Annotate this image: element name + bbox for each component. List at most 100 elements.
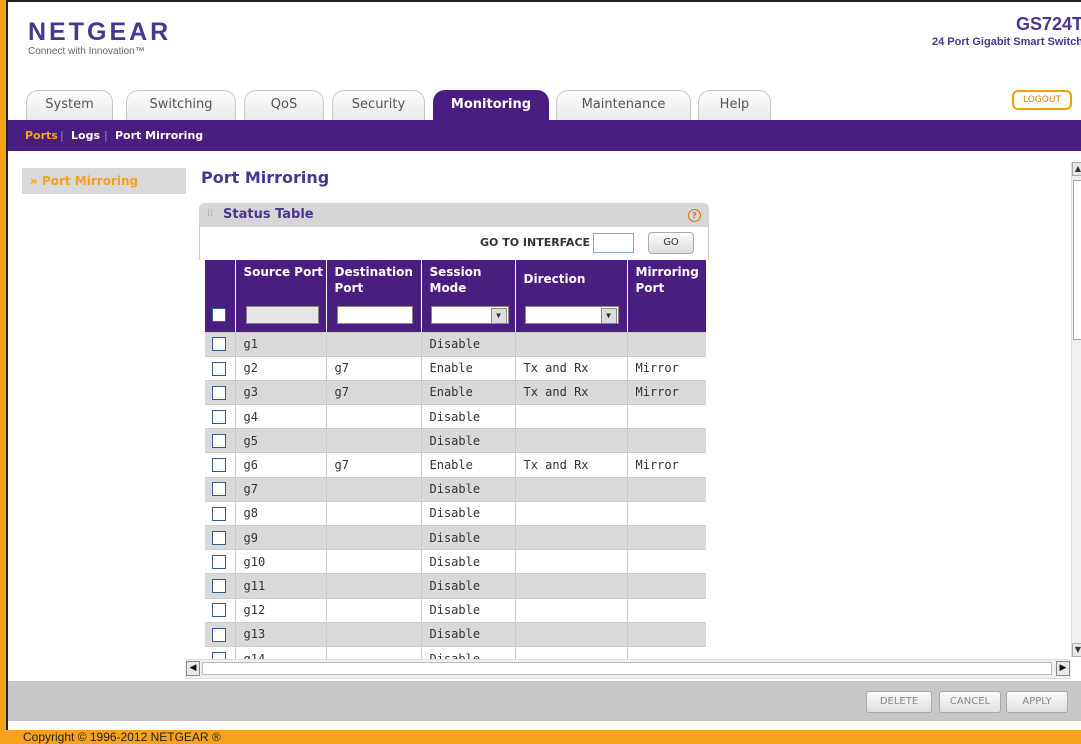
tab-switching[interactable]: Switching — [126, 90, 236, 120]
column-header-source-port: Source Port — [235, 260, 327, 298]
source-port-cell: g13 — [235, 622, 327, 647]
table-row: g5 Disable — [205, 428, 706, 454]
column-header-destination-port: Destination Port — [326, 260, 422, 298]
source-port-filter-input[interactable] — [245, 305, 319, 324]
tab-system[interactable]: System — [26, 90, 113, 120]
goto-interface-input[interactable] — [593, 233, 634, 253]
session-mode-cell: Enable — [421, 452, 516, 478]
row-select-cell — [205, 452, 236, 478]
mirroring-port-cell — [627, 598, 706, 623]
horizontal-scroll-thumb[interactable] — [202, 662, 1052, 675]
mirroring-port-cell — [627, 646, 706, 659]
help-icon[interactable]: ? — [688, 209, 701, 222]
direction-cell — [515, 549, 628, 575]
destination-port-filter-input[interactable] — [336, 305, 413, 324]
mirroring-port-cell — [627, 332, 706, 357]
sub-navigation: Ports | Logs | Port Mirroring — [8, 120, 1081, 151]
subnav-separator: | — [104, 129, 108, 142]
row-select-cell — [205, 549, 236, 575]
tab-help[interactable]: Help — [698, 90, 771, 120]
vertical-scroll-thumb[interactable] — [1073, 180, 1081, 340]
row-checkbox[interactable] — [212, 458, 226, 473]
delete-button[interactable]: DELETE — [866, 691, 932, 713]
sidebar-item-port-mirroring[interactable]: » Port Mirroring — [22, 168, 186, 194]
cancel-button[interactable]: CANCEL — [939, 691, 1001, 713]
row-checkbox[interactable] — [212, 506, 226, 521]
session-mode-select[interactable]: ▼ — [430, 305, 509, 324]
mirroring-port-cell — [627, 549, 706, 575]
row-checkbox[interactable] — [212, 434, 226, 449]
status-table-title: Status Table — [223, 207, 314, 222]
subnav-port-mirroring[interactable]: Port Mirroring — [115, 129, 203, 142]
source-port-cell: g3 — [235, 380, 327, 406]
direction-cell — [515, 477, 628, 502]
horizontal-scrollbar[interactable]: ◀ ▶ — [185, 659, 1071, 679]
session-mode-cell: Disable — [421, 622, 516, 647]
destination-port-cell — [326, 598, 422, 623]
row-checkbox[interactable] — [212, 361, 226, 376]
session-mode-cell: Disable — [421, 598, 516, 623]
row-checkbox[interactable] — [212, 482, 226, 497]
model-info: GS724T 24 Port Gigabit Smart Switch — [932, 14, 1081, 48]
row-select-cell — [205, 573, 236, 599]
row-checkbox[interactable] — [212, 627, 226, 642]
direction-select[interactable]: ▼ — [524, 305, 619, 324]
source-port-cell: g9 — [235, 525, 327, 551]
vertical-scrollbar[interactable]: ▲ ▼ — [1071, 162, 1081, 657]
go-button[interactable]: GO — [648, 232, 694, 254]
subnav-logs[interactable]: Logs — [71, 129, 100, 142]
source-port-cell: g1 — [235, 332, 327, 357]
row-select-cell — [205, 380, 236, 406]
column-header-direction: Direction — [515, 260, 628, 298]
row-checkbox[interactable] — [212, 385, 226, 400]
direction-cell: Tx and Rx — [515, 356, 628, 381]
tab-monitoring[interactable]: Monitoring — [433, 90, 549, 120]
row-checkbox[interactable] — [212, 409, 226, 424]
row-checkbox[interactable] — [212, 579, 226, 594]
row-select-cell — [205, 477, 236, 502]
row-select-cell — [205, 428, 236, 454]
row-select-cell — [205, 646, 236, 659]
row-checkbox[interactable] — [212, 651, 226, 659]
select-all-checkbox[interactable] — [212, 308, 226, 322]
tab-maintenance[interactable]: Maintenance — [556, 90, 691, 120]
table-row: g4 Disable — [205, 404, 706, 430]
source-port-cell: g14 — [235, 646, 327, 659]
scroll-down-icon[interactable]: ▼ — [1072, 643, 1081, 657]
destination-port-cell: g7 — [326, 356, 422, 381]
table-row: g12 Disable — [205, 598, 706, 623]
row-checkbox[interactable] — [212, 530, 226, 545]
column-header-session-mode: Session Mode — [421, 260, 516, 298]
table-row: g1 Disable — [205, 332, 706, 357]
table-row: g13 Disable — [205, 622, 706, 647]
row-checkbox[interactable] — [212, 555, 226, 570]
apply-button[interactable]: APPLY — [1006, 691, 1068, 713]
destination-port-cell — [326, 501, 422, 527]
mirroring-port-cell: Mirror — [627, 452, 706, 478]
table-row: g6 g7 Enable Tx and Rx Mirror — [205, 452, 706, 478]
tab-security[interactable]: Security — [332, 90, 425, 120]
scroll-right-icon[interactable]: ▶ — [1056, 661, 1070, 676]
goto-interface-label: GO TO INTERFACE — [480, 236, 591, 249]
destination-port-cell — [326, 525, 422, 551]
direction-cell — [515, 404, 628, 430]
table-row: g10 Disable — [205, 549, 706, 575]
session-mode-cell: Enable — [421, 380, 516, 406]
row-select-cell — [205, 404, 236, 430]
session-mode-cell: Disable — [421, 573, 516, 599]
scroll-up-icon[interactable]: ▲ — [1072, 162, 1081, 176]
row-select-cell — [205, 598, 236, 623]
mirroring-port-cell — [627, 428, 706, 454]
table-row: g8 Disable — [205, 501, 706, 527]
scroll-left-icon[interactable]: ◀ — [186, 661, 200, 676]
mirroring-port-cell — [627, 573, 706, 599]
logo-text: NETGEAR — [28, 18, 172, 46]
mirroring-port-cell: Mirror — [627, 380, 706, 406]
subnav-ports[interactable]: Ports — [25, 129, 58, 142]
table-row: g11 Disable — [205, 573, 706, 599]
logout-button[interactable]: LOGOUT — [1012, 90, 1072, 110]
row-checkbox[interactable] — [212, 337, 226, 352]
row-checkbox[interactable] — [212, 603, 226, 618]
direction-cell: Tx and Rx — [515, 452, 628, 478]
tab-qos[interactable]: QoS — [244, 90, 324, 120]
